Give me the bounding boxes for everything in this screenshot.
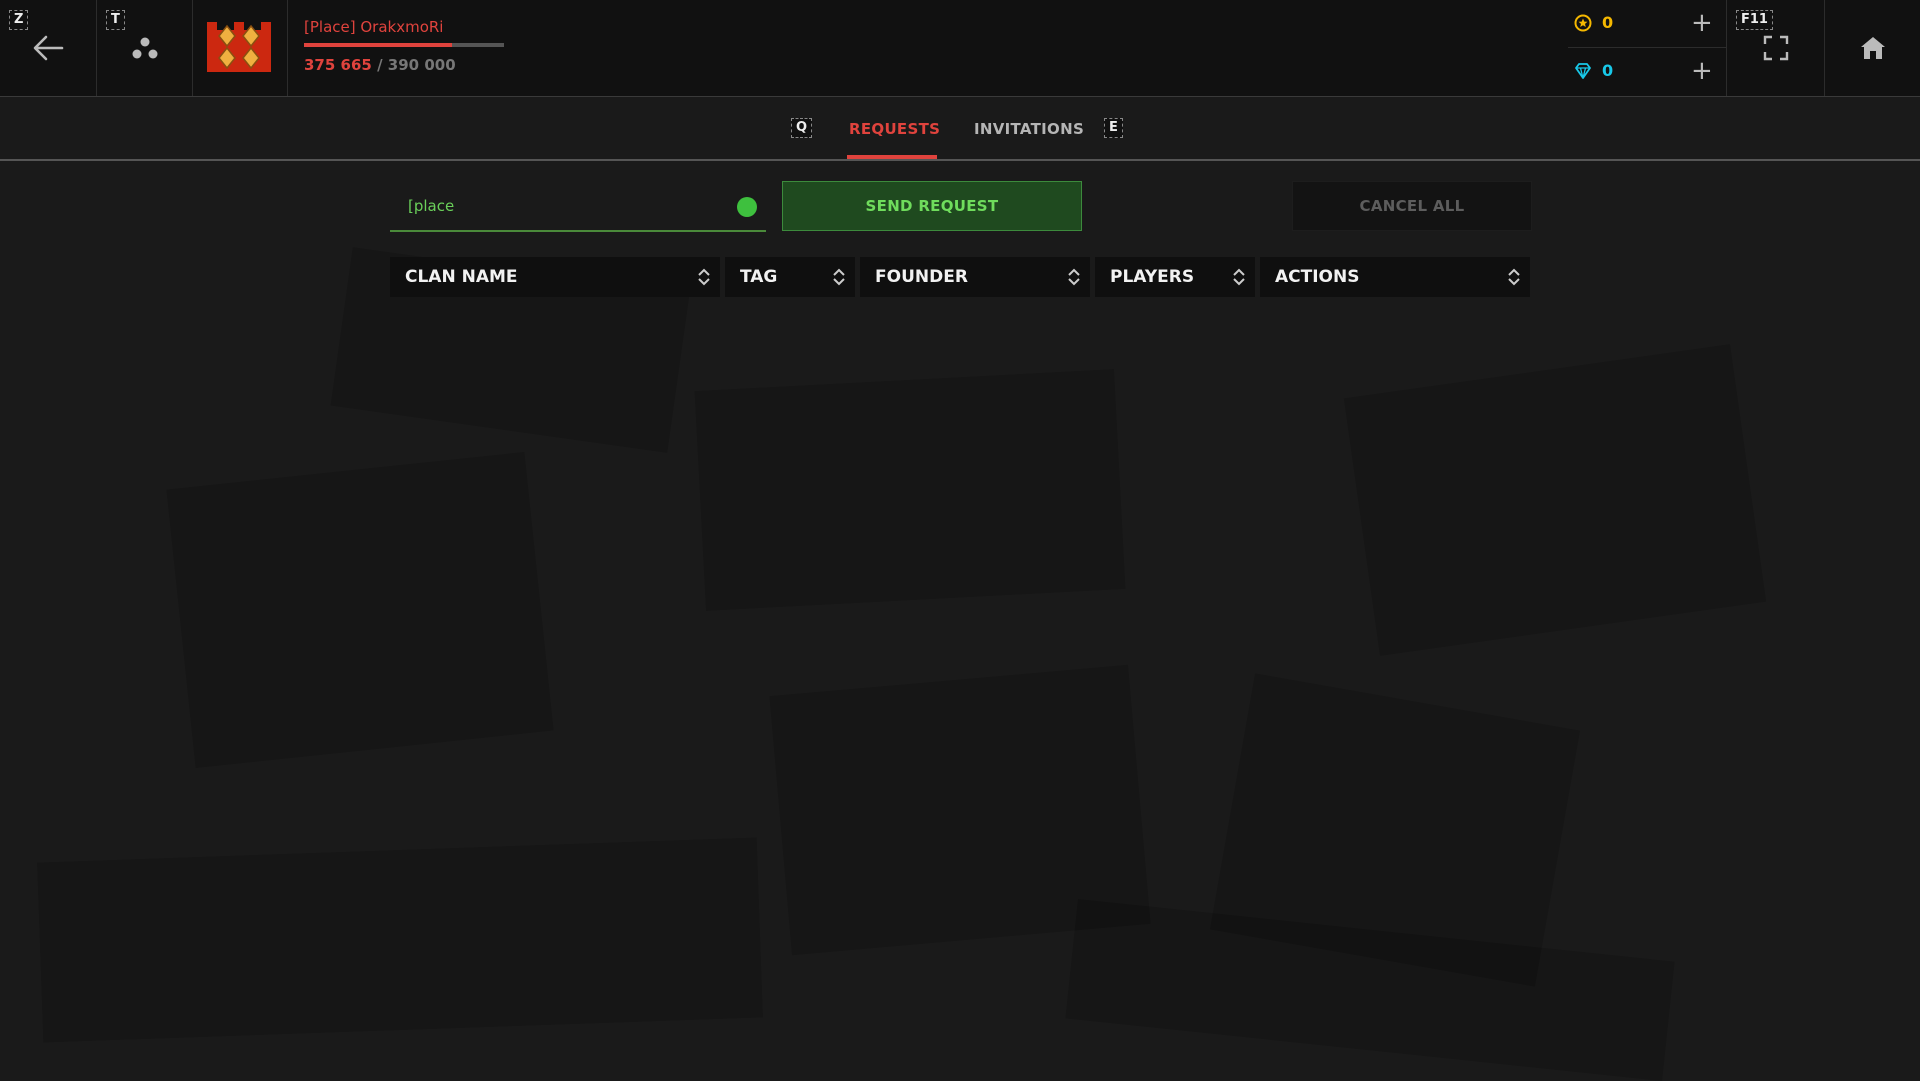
column-header-label: CLAN NAME xyxy=(405,267,518,287)
top-bar: Z T [Place] OrakxmoRi 375 665 / 390 000 xyxy=(0,0,1920,97)
xp-progress-fill xyxy=(304,43,452,47)
xp-separator: / xyxy=(371,56,388,74)
party-hotkey-badge: T xyxy=(106,10,125,30)
column-header-actions[interactable]: ACTIONS xyxy=(1260,257,1530,297)
gem-icon xyxy=(1575,62,1591,79)
xp-readout: 375 665 / 390 000 xyxy=(304,56,456,74)
column-header-tag[interactable]: TAG xyxy=(725,257,855,297)
arrow-left-icon xyxy=(33,35,64,61)
background xyxy=(0,0,1920,1081)
prev-tab-hotkey-badge[interactable]: Q xyxy=(791,118,813,138)
sort-icon[interactable] xyxy=(1231,267,1247,287)
home-button[interactable] xyxy=(1825,0,1920,96)
sort-icon[interactable] xyxy=(831,267,847,287)
back-hotkey-badge: Z xyxy=(9,10,29,30)
add-coins-button[interactable]: + xyxy=(1691,10,1713,36)
add-gems-button[interactable]: + xyxy=(1691,58,1713,84)
tab-requests[interactable]: REQUESTS xyxy=(849,120,940,138)
clan-emblem-icon[interactable] xyxy=(203,20,275,76)
coins-value: 0 xyxy=(1602,13,1614,32)
tab-invitations[interactable]: INVITATIONS xyxy=(974,120,1084,138)
column-header-label: FOUNDER xyxy=(875,267,968,287)
clan-search-input[interactable] xyxy=(406,194,710,218)
search-status-indicator xyxy=(737,197,757,217)
gems-counter: 0 xyxy=(1574,61,1613,80)
column-header-label: PLAYERS xyxy=(1110,267,1195,287)
send-request-button[interactable]: SEND REQUEST xyxy=(782,181,1082,231)
column-header-founder[interactable]: FOUNDER xyxy=(860,257,1090,297)
coin-icon xyxy=(1574,14,1592,31)
sort-icon[interactable] xyxy=(1506,267,1522,287)
column-header-clan-name[interactable]: CLAN NAME xyxy=(390,257,720,297)
column-header-label: ACTIONS xyxy=(1275,267,1360,287)
xp-progress-bar xyxy=(304,43,504,47)
clan-search-field[interactable] xyxy=(390,182,766,232)
fullscreen-icon xyxy=(1763,35,1788,61)
home-icon xyxy=(1860,37,1885,59)
player-name[interactable]: [Place] OrakxmoRi xyxy=(304,18,443,36)
fullscreen-hotkey-badge: F11 xyxy=(1736,10,1773,30)
xp-current: 375 665 xyxy=(304,56,372,74)
cancel-all-button[interactable]: CANCEL ALL xyxy=(1292,181,1532,231)
active-tab-indicator xyxy=(847,155,937,159)
tab-bar: Q REQUESTS INVITATIONS E xyxy=(0,97,1920,161)
sort-icon[interactable] xyxy=(1066,267,1082,287)
gems-value: 0 xyxy=(1602,61,1614,80)
column-header-players[interactable]: PLAYERS xyxy=(1095,257,1255,297)
coins-counter: 0 xyxy=(1574,13,1613,32)
xp-max: 390 000 xyxy=(387,56,456,74)
next-tab-hotkey-badge[interactable]: E xyxy=(1104,118,1123,138)
sort-icon[interactable] xyxy=(696,267,712,287)
column-header-label: TAG xyxy=(740,267,778,287)
party-icon xyxy=(132,37,157,59)
